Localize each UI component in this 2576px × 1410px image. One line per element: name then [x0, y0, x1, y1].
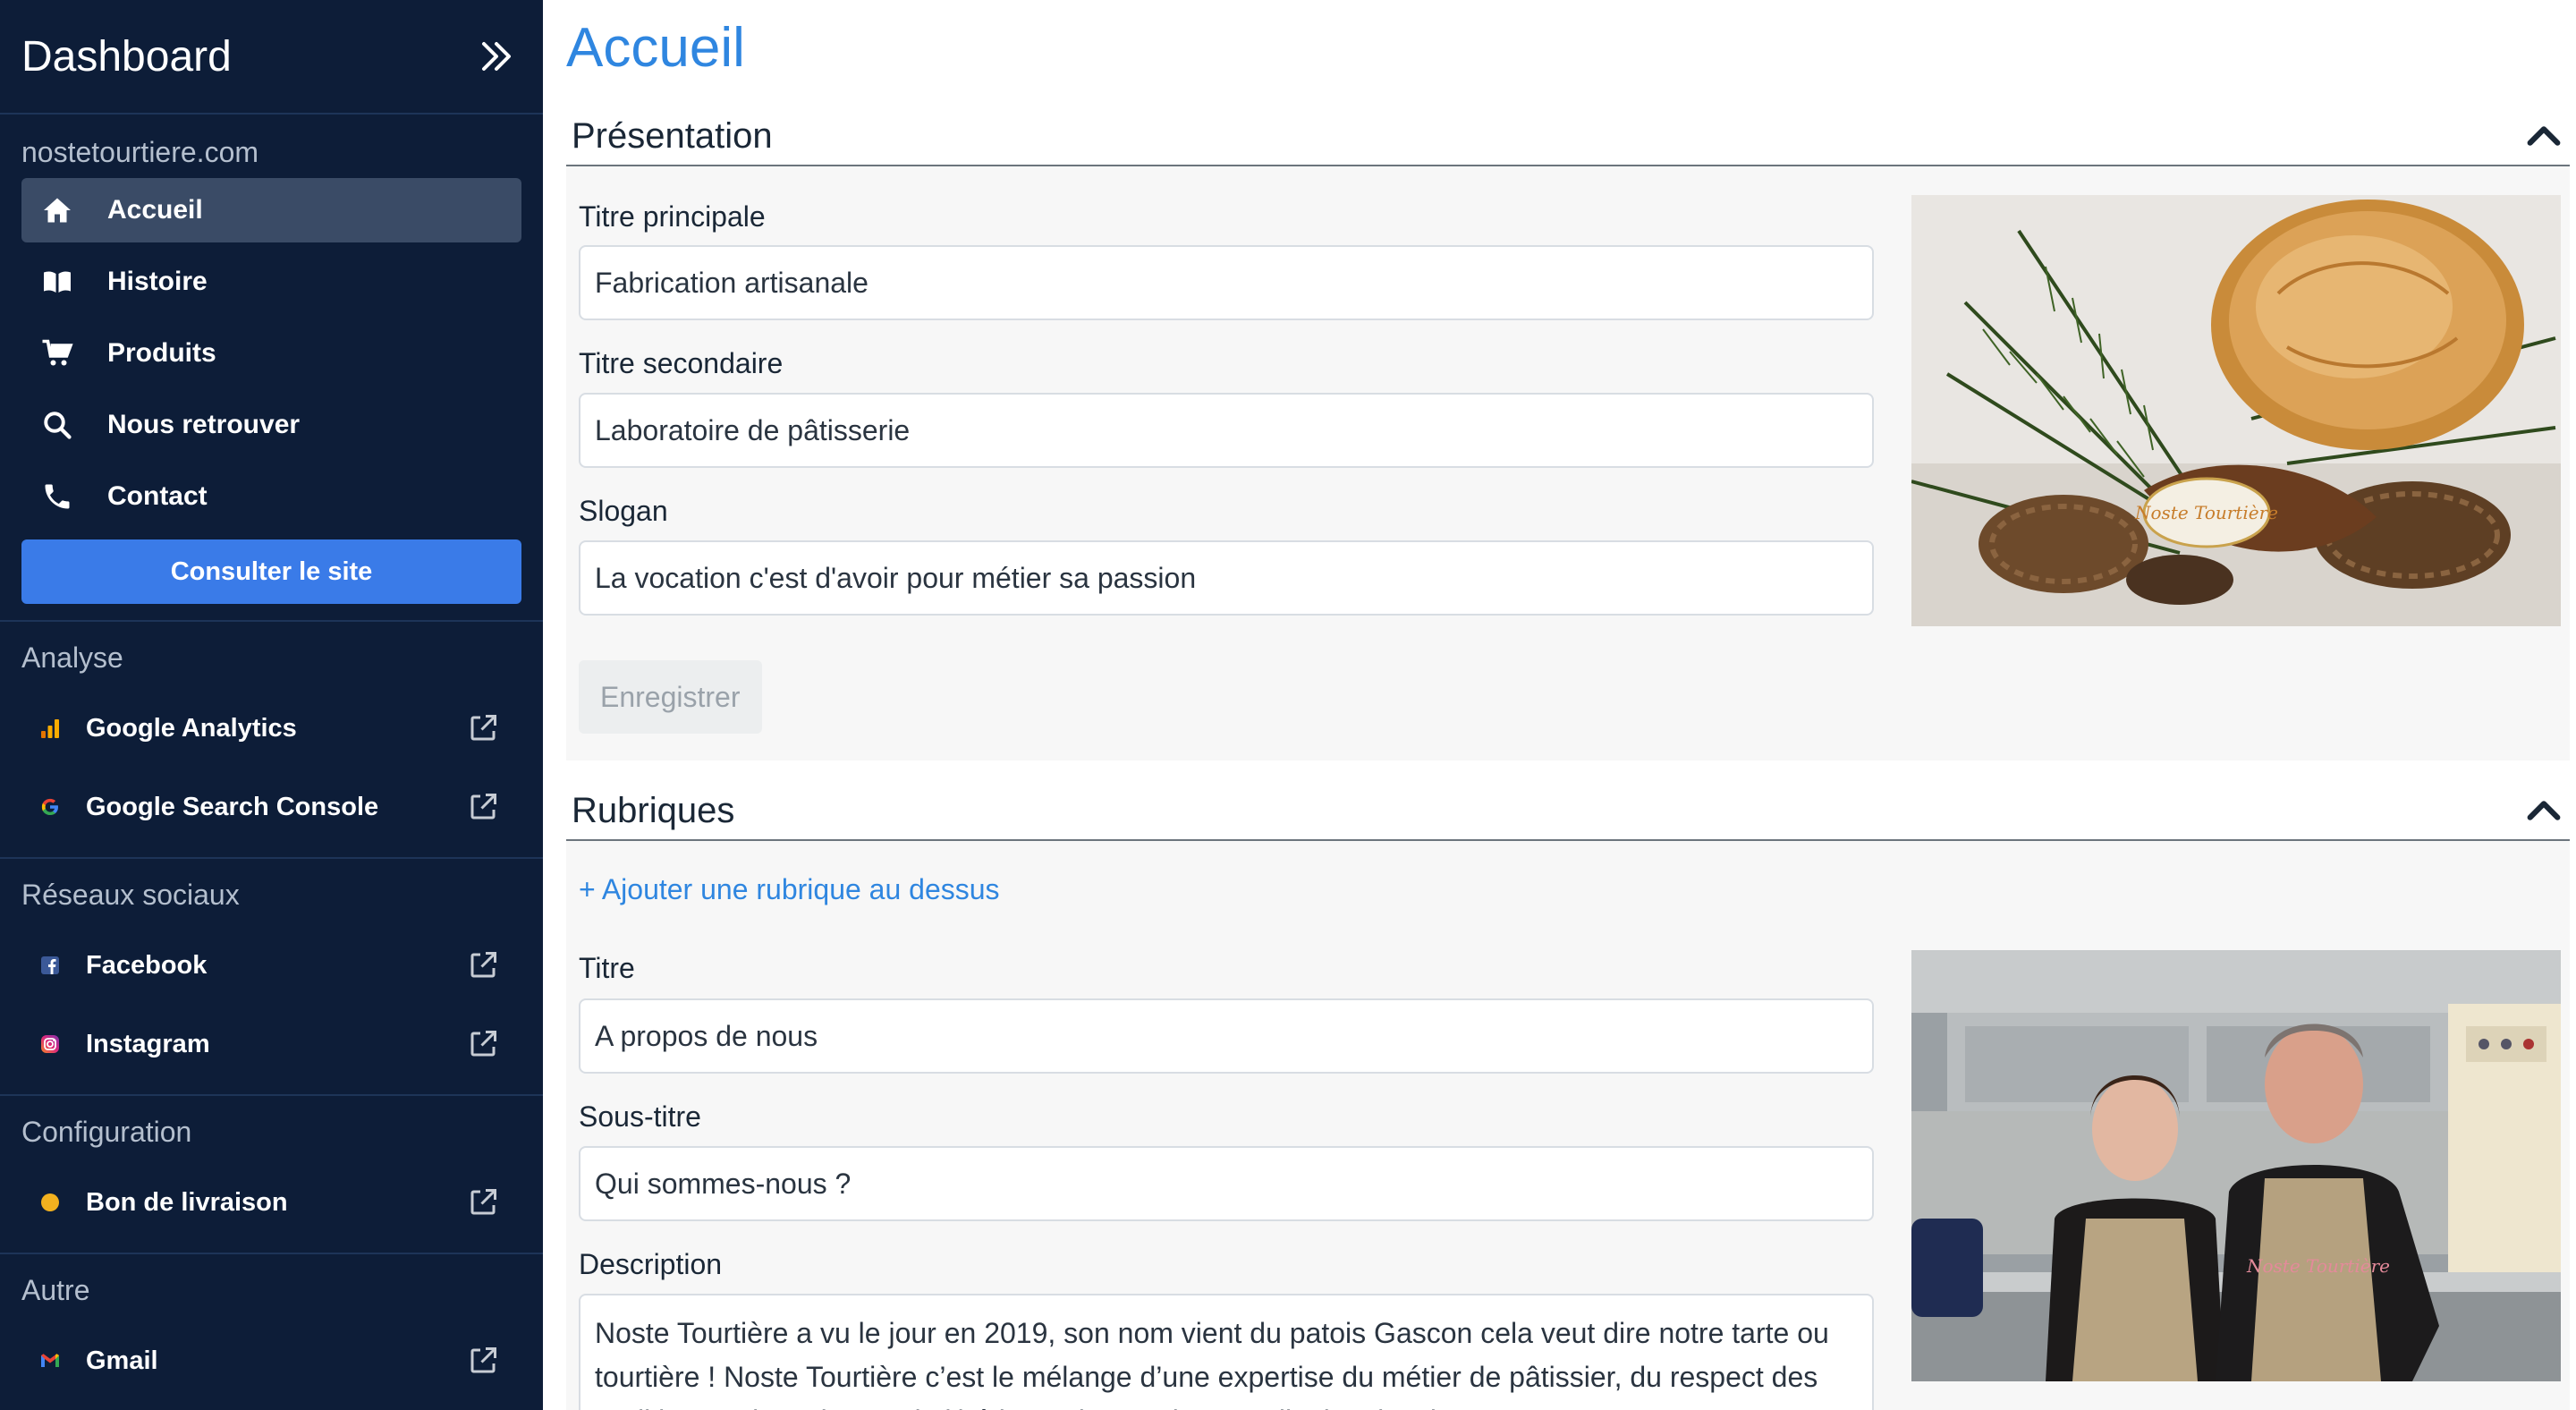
description-textarea[interactable]: Noste Tourtière a vu le jour en 2019, so…: [579, 1294, 1874, 1410]
brand-title: Dashboard: [21, 32, 232, 81]
sidebar-header: Dashboard: [0, 0, 543, 115]
cart-icon: [42, 339, 73, 366]
phone-icon: [45, 484, 70, 509]
presentation-image-badge-text: Noste Tourtière: [2134, 502, 2278, 523]
section-reseaux-sociaux: Réseaux sociaux Facebook Instagram: [0, 857, 543, 1094]
sidebar: Dashboard nostetourtiere.com Accueil His…: [0, 0, 543, 1410]
add-section-link[interactable]: + Ajouter une rubrique au dessus: [579, 873, 1000, 906]
sidebar-item-label: Histoire: [107, 267, 208, 296]
sidebar-item-instagram[interactable]: Instagram: [0, 1005, 543, 1083]
field-label: Description: [579, 1248, 723, 1280]
external-link-icon: [470, 715, 496, 741]
rubriques-header[interactable]: Rubriques: [566, 782, 2570, 841]
collapse-sidebar-button[interactable]: [471, 31, 521, 81]
sidebar-item-nous-retrouver[interactable]: Nous retrouver: [21, 393, 521, 457]
sidebar-item-label: Instagram: [86, 1029, 210, 1058]
view-site-button[interactable]: Consulter le site: [21, 539, 521, 604]
chefs-photo-illustration: Noste Tourtière: [1911, 950, 2561, 1381]
section-title: Configuration: [21, 1116, 192, 1148]
chevron-up-icon[interactable]: [2523, 115, 2564, 157]
sidebar-item-label: Bon de livraison: [86, 1187, 288, 1217]
rubriques-card: Rubriques + Ajouter une rubrique au dess…: [566, 782, 2570, 1410]
section-analyse: Analyse Google Analytics Google Search C…: [0, 620, 543, 857]
pie-photo-illustration: Noste Tourtière: [1911, 195, 2561, 626]
sidebar-item-label: Nous retrouver: [107, 410, 301, 439]
sidebar-item-google-search-console[interactable]: Google Search Console: [0, 768, 543, 846]
double-chevron-right-icon: [482, 42, 511, 71]
field-label: Sous-titre: [579, 1100, 701, 1133]
section-image-apron-text: Noste Tourtière: [2246, 1255, 2390, 1277]
field-label: Titre secondaire: [579, 347, 784, 379]
save-button[interactable]: Enregistrer: [579, 660, 762, 734]
sidebar-item-label: Gmail: [86, 1346, 158, 1375]
sidebar-item-label: Produits: [107, 338, 216, 368]
book-icon: [44, 271, 71, 293]
presentation-card: Présentation Titre principale Titre seco…: [566, 107, 2570, 760]
card-title: Présentation: [572, 115, 773, 156]
main-content: Accueil Présentation Titre principale Ti…: [543, 0, 2576, 1410]
sidebar-item-google-analytics[interactable]: Google Analytics: [0, 689, 543, 768]
sidebar-item-histoire[interactable]: Histoire: [21, 250, 521, 314]
home-icon: [44, 198, 71, 223]
site-name: nostetourtiere.com: [21, 136, 259, 168]
sidebar-item-label: Google Analytics: [86, 713, 297, 743]
sidebar-item-label: Google Search Console: [86, 792, 379, 821]
sidebar-item-contact[interactable]: Contact: [21, 464, 521, 529]
sidebar-item-label: Accueil: [107, 195, 203, 225]
sidebar-item-produits[interactable]: Produits: [21, 321, 521, 386]
section-title-input[interactable]: [579, 998, 1874, 1074]
external-link-icon: [470, 1031, 496, 1057]
sidebar-item-label: Contact: [107, 481, 208, 511]
sidebar-item-label: Facebook: [86, 950, 208, 980]
dot-icon: [41, 1193, 59, 1211]
section-subtitle-input[interactable]: [579, 1146, 1874, 1221]
external-link-icon: [470, 1189, 496, 1215]
dashboard-app: Dashboard nostetourtiere.com Accueil His…: [0, 0, 2576, 1410]
sidebar-item-gmail[interactable]: Gmail: [0, 1321, 543, 1400]
page-title: Accueil: [566, 17, 745, 79]
sidebar-item-bon-de-livraison[interactable]: Bon de livraison: [0, 1163, 543, 1242]
google-analytics-icon: [41, 719, 59, 738]
section-image[interactable]: Noste Tourtière: [1911, 950, 2561, 1381]
sidebar-item-facebook[interactable]: Facebook: [0, 926, 543, 1005]
chevron-up-icon[interactable]: [2523, 790, 2564, 831]
secondary-title-input[interactable]: [579, 393, 1874, 468]
card-title: Rubriques: [572, 790, 735, 830]
facebook-icon: [41, 956, 59, 974]
field-label: Slogan: [579, 495, 668, 527]
presentation-header[interactable]: Présentation: [566, 107, 2570, 166]
slogan-input[interactable]: [579, 540, 1874, 616]
section-autre: Autre Gmail: [0, 1253, 543, 1400]
gmail-icon: [41, 1354, 59, 1367]
external-link-icon: [470, 1347, 496, 1373]
main-title-input[interactable]: [579, 245, 1874, 320]
field-label: Titre: [579, 952, 635, 984]
google-icon: [41, 798, 58, 815]
presentation-image[interactable]: Noste Tourtière: [1911, 195, 2561, 626]
section-title: Analyse: [21, 641, 123, 674]
external-link-icon: [470, 794, 496, 820]
sidebar-item-accueil[interactable]: Accueil: [21, 178, 521, 242]
section-title: Réseaux sociaux: [21, 879, 240, 911]
section-title: Autre: [21, 1274, 90, 1306]
external-link-icon: [470, 952, 496, 978]
search-icon: [44, 412, 72, 439]
section-configuration: Configuration Bon de livraison: [0, 1094, 543, 1253]
field-label: Titre principale: [579, 200, 766, 233]
instagram-icon: [41, 1035, 59, 1053]
